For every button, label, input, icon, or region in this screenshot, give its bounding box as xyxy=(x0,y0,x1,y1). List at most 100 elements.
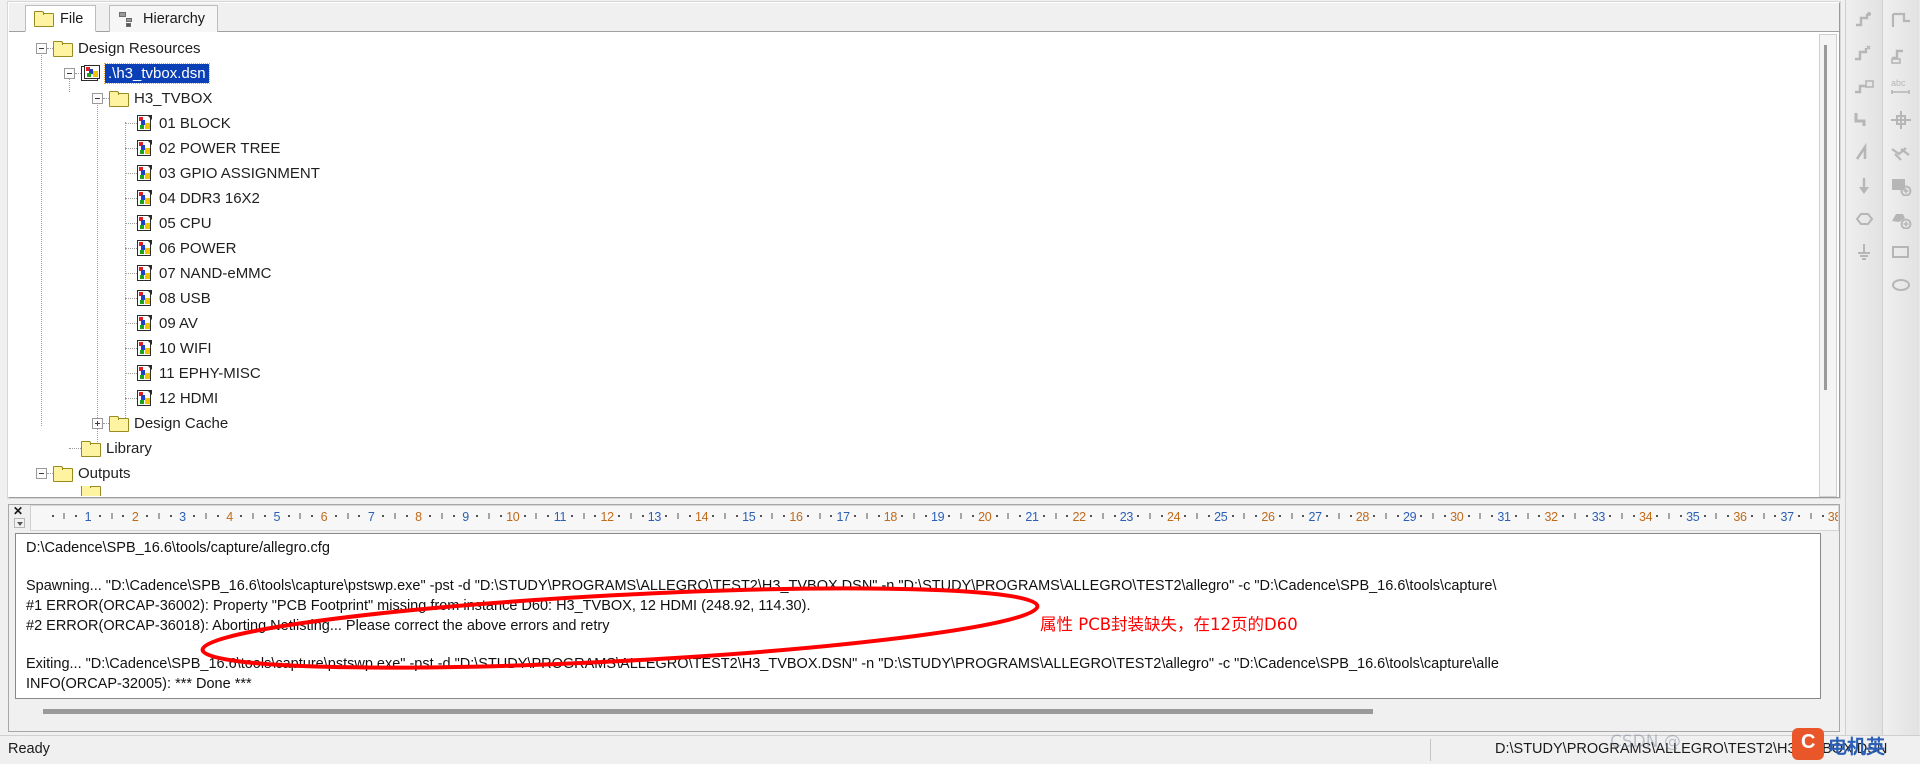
design-icon xyxy=(81,65,101,82)
log-text-area[interactable]: D:\Cadence\SPB_16.6\tools/capture/allegr… xyxy=(15,533,1821,699)
ruler-tick xyxy=(1090,515,1092,517)
ruler-tick xyxy=(1042,515,1045,517)
ruler-tick xyxy=(1338,513,1340,519)
tab-hierarchy[interactable]: Hierarchy xyxy=(109,5,219,32)
tree-node-page[interactable]: 01 BLOCK xyxy=(9,111,1804,136)
ruler-tick-label: 15 xyxy=(742,510,756,524)
hierarchy-icon xyxy=(118,11,136,27)
ruler-tick xyxy=(1632,515,1635,517)
scrollbar-thumb[interactable] xyxy=(1824,45,1827,390)
ruler-tick xyxy=(1668,513,1670,519)
place-ellipse-icon[interactable] xyxy=(1883,268,1918,301)
ruler-tick xyxy=(1774,515,1777,517)
tree-node-page[interactable]: 10 WIFI xyxy=(9,336,1804,361)
tree-guide-line xyxy=(125,348,137,349)
place-junction-icon[interactable] xyxy=(1846,136,1881,169)
orcad-capture-window: File Hierarchy Design Resources .\h3_tvb… xyxy=(0,0,1920,764)
horizontal-ruler: 1 2 3 4 5 6 7 8 9 10 11 12 13 14 15 16 17 18 19 20 21 22 23 24 2… xyxy=(31,505,1839,531)
place-wire-icon[interactable] xyxy=(1846,37,1881,70)
place-offpage-icon[interactable] xyxy=(1883,103,1918,136)
tree-node-page[interactable]: 06 POWER xyxy=(9,236,1804,261)
ruler-tick xyxy=(394,513,396,519)
chevron-down-icon[interactable] xyxy=(14,518,25,528)
close-icon[interactable]: ✕ xyxy=(13,505,23,517)
ruler-tick-label: 17 xyxy=(836,510,851,524)
ruler-tick xyxy=(452,515,455,517)
place-hier-block-icon[interactable] xyxy=(1883,4,1918,37)
ruler-tick xyxy=(51,515,54,517)
ruler-tick xyxy=(1703,515,1706,517)
ruler-tick-label: 26 xyxy=(1261,510,1275,524)
schematic-page-icon xyxy=(137,365,153,382)
place-bus-entry-icon[interactable] xyxy=(1846,169,1881,202)
tree-node-page[interactable]: 04 DDR3 16X2 xyxy=(9,186,1804,211)
tree-node-page[interactable]: 02 POWER TREE xyxy=(9,136,1804,161)
tree-node-page[interactable]: 03 GPIO ASSIGNMENT xyxy=(9,161,1804,186)
place-power-icon[interactable] xyxy=(1846,202,1881,235)
expander-minus-icon[interactable] xyxy=(36,43,47,54)
expander-minus-icon[interactable] xyxy=(64,68,75,79)
ruler-tick xyxy=(1467,515,1470,517)
tree-node-outputs[interactable]: Outputs xyxy=(9,461,1804,486)
tree-node-design-resources[interactable]: Design Resources xyxy=(9,36,1804,61)
tree-node-design-file[interactable]: .\h3_tvbox.dsn xyxy=(9,61,1804,86)
ruler-close-control[interactable]: ✕ xyxy=(9,505,31,531)
tree-guide-line xyxy=(125,323,137,324)
ruler-tick xyxy=(500,515,502,517)
place-hier-port-icon[interactable] xyxy=(1883,37,1918,70)
ruler-tick xyxy=(1007,513,1009,519)
ruler-tick xyxy=(736,515,738,517)
tree-node-design-cache[interactable]: Design Cache xyxy=(9,411,1804,436)
scrollbar-thumb[interactable] xyxy=(43,709,1373,714)
expander-minus-icon[interactable] xyxy=(36,468,47,479)
ruler-tick xyxy=(1349,515,1352,517)
ruler-tick-label: 33 xyxy=(1591,510,1606,524)
tree-node-page[interactable]: 09 AV xyxy=(9,311,1804,336)
place-text-icon[interactable] xyxy=(1883,169,1918,202)
tree-guide-line xyxy=(125,148,137,149)
place-bus-icon[interactable] xyxy=(1846,103,1881,136)
tree-node-page[interactable]: 11 EPHY-MISC xyxy=(9,361,1804,386)
ruler-tick xyxy=(299,513,301,519)
project-tree: Design Resources .\h3_tvbox.dsn H3_TVBOX… xyxy=(9,32,1804,496)
tree-node-library[interactable]: Library xyxy=(9,436,1804,461)
place-ground-icon[interactable] xyxy=(1846,235,1881,268)
ruler-tick-label: 13 xyxy=(647,510,662,524)
ruler-tick-label: 7 xyxy=(367,510,375,524)
tab-file[interactable]: File xyxy=(25,5,97,32)
tree-vertical-scrollbar[interactable] xyxy=(1819,34,1837,497)
ruler-tick xyxy=(819,513,821,519)
ruler-tick-label: 30 xyxy=(1450,510,1464,524)
tree-node-schematic-folder[interactable]: H3_TVBOX xyxy=(9,86,1804,111)
tab-hierarchy-label: Hierarchy xyxy=(143,11,206,27)
place-part-icon[interactable] xyxy=(1846,4,1881,37)
place-hier-pin-icon[interactable]: abc xyxy=(1883,70,1918,103)
ruler-tick xyxy=(1798,515,1800,517)
ruler-tick xyxy=(995,515,998,517)
tree-node-page[interactable]: 05 CPU xyxy=(9,211,1804,236)
place-net-alias-icon[interactable] xyxy=(1846,70,1881,103)
tree-node-page[interactable]: 08 USB xyxy=(9,286,1804,311)
ruler-tick-label: 9 xyxy=(462,510,469,524)
ruler-tick-label: 23 xyxy=(1119,510,1134,524)
log-horizontal-scrollbar[interactable] xyxy=(15,703,1821,721)
project-tree-scroll-area: Design Resources .\h3_tvbox.dsn H3_TVBOX… xyxy=(9,32,1839,497)
place-no-connect-icon[interactable] xyxy=(1883,136,1918,169)
tree-guide-line xyxy=(125,273,137,274)
tree-node-label: Design Resources xyxy=(78,40,201,57)
expander-plus-icon[interactable] xyxy=(92,418,103,429)
ruler-tick-label: 16 xyxy=(789,510,803,524)
ruler-tick-label: 24 xyxy=(1166,510,1181,524)
place-rect-icon[interactable] xyxy=(1883,235,1918,268)
place-line-icon[interactable] xyxy=(1883,202,1918,235)
schematic-page-icon xyxy=(137,340,153,357)
tree-node-page[interactable]: 12 HDMI xyxy=(9,386,1804,411)
status-design-path: D:\STUDY\PROGRAMS\ALLEGRO\TEST2\H3_TVBOX… xyxy=(1495,741,1888,757)
ruler-tick xyxy=(583,513,585,519)
ruler-tick xyxy=(665,515,668,517)
project-manager-window: File Hierarchy Design Resources .\h3_tvb… xyxy=(7,1,1841,499)
expander-minus-icon[interactable] xyxy=(92,93,103,104)
tree-node-page[interactable]: 07 NAND-eMMC xyxy=(9,261,1804,286)
ruler-tick xyxy=(1137,515,1140,517)
tree-guide-line xyxy=(125,248,137,249)
